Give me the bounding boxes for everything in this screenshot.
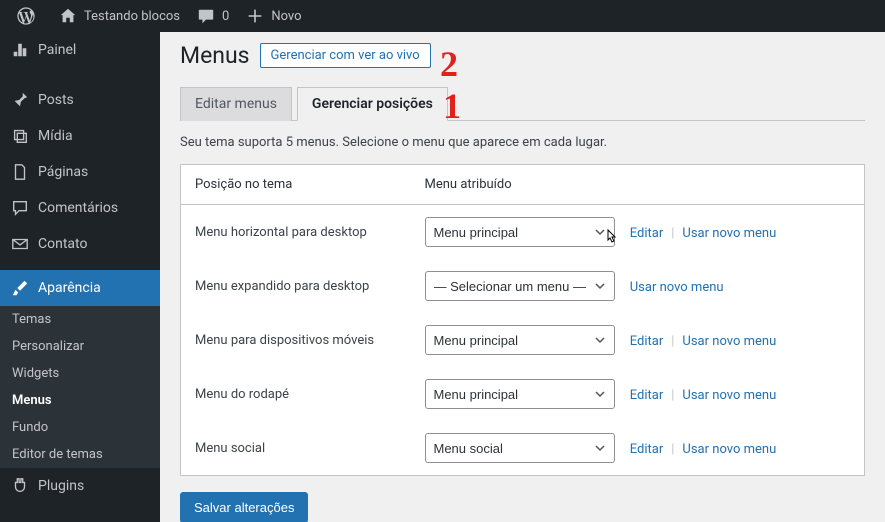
column-position: Posição no tema [181, 165, 411, 205]
sidebar-item-midia[interactable]: Mídia [0, 118, 160, 154]
home-icon [58, 6, 78, 26]
tab-manage-positions[interactable]: Gerenciar posições [297, 87, 448, 121]
mail-icon [10, 234, 30, 254]
position-label: Menu do rodapé [181, 367, 411, 421]
table-row: Menu do rodapé Menu principal Editar | U… [181, 367, 865, 421]
position-label: Menu expandido para desktop [181, 259, 411, 313]
sidebar-item-aparencia[interactable]: Aparência [0, 270, 160, 306]
table-row: Menu para dispositivos móveis Menu princ… [181, 313, 865, 367]
sidebar-item-label: Mídia [38, 128, 73, 144]
site-link[interactable]: Testando blocos [50, 0, 188, 32]
brush-icon [10, 278, 30, 298]
edit-link[interactable]: Editar [630, 442, 664, 457]
edit-link[interactable]: Editar [630, 334, 664, 349]
use-new-menu-link[interactable]: Usar novo menu [682, 334, 776, 349]
live-preview-button[interactable]: Gerenciar com ver ao vivo [260, 43, 431, 68]
use-new-menu-link[interactable]: Usar novo menu [630, 280, 724, 295]
page-description: Seu tema suporta 5 menus. Selecione o me… [180, 135, 865, 150]
use-new-menu-link[interactable]: Usar novo menu [682, 226, 776, 241]
menu-select[interactable]: Menu principal [425, 217, 615, 247]
tabs-nav: Editar menus Gerenciar posições [180, 87, 865, 121]
plug-icon [10, 476, 30, 496]
sidebar-item-label: Painel [38, 42, 76, 58]
sidebar-item-label: Plugins [38, 478, 84, 494]
column-menu: Menu atribuído [411, 165, 865, 205]
admin-toolbar: Testando blocos 0 Novo [0, 0, 885, 32]
site-name-label: Testando blocos [84, 9, 180, 24]
admin-sidebar: Painel Posts Mídia Páginas Comentários C… [0, 32, 160, 522]
sidebar-item-paginas[interactable]: Páginas [0, 154, 160, 190]
submenu-temas[interactable]: Temas [0, 306, 160, 333]
edit-link[interactable]: Editar [630, 388, 664, 403]
sidebar-item-painel[interactable]: Painel [0, 32, 160, 68]
save-button[interactable]: Salvar alterações [180, 492, 308, 522]
menu-select[interactable]: Menu principal [425, 379, 615, 409]
page-title: Menus [180, 42, 250, 69]
wp-logo[interactable] [8, 0, 50, 32]
sidebar-item-label: Contato [38, 236, 87, 252]
new-link[interactable]: Novo [237, 0, 309, 32]
sidebar-item-comentarios[interactable]: Comentários [0, 190, 160, 226]
comment-icon [10, 198, 30, 218]
separator: | [671, 442, 674, 457]
submenu-fundo[interactable]: Fundo [0, 414, 160, 441]
submenu-widgets[interactable]: Widgets [0, 360, 160, 387]
positions-table: Posição no tema Menu atribuído Menu hori… [180, 164, 865, 476]
sidebar-item-plugins[interactable]: Plugins [0, 468, 160, 504]
new-label: Novo [271, 9, 301, 24]
plus-icon [245, 6, 265, 26]
separator: | [671, 334, 674, 349]
separator: | [671, 226, 674, 241]
table-row: Menu horizontal para desktop Menu princi… [181, 205, 865, 260]
sidebar-item-contato[interactable]: Contato [0, 226, 160, 262]
comment-icon [196, 6, 216, 26]
use-new-menu-link[interactable]: Usar novo menu [682, 442, 776, 457]
table-row: Menu social Menu social Editar | Usar no… [181, 421, 865, 476]
pin-icon [10, 90, 30, 110]
sidebar-item-posts[interactable]: Posts [0, 82, 160, 118]
menu-select[interactable]: Menu social [425, 433, 615, 463]
media-icon [10, 126, 30, 146]
main-content: Menus Gerenciar com ver ao vivo Editar m… [160, 32, 885, 522]
submenu-menus[interactable]: Menus [0, 387, 160, 414]
menu-select[interactable]: Menu principal [425, 325, 615, 355]
comments-link[interactable]: 0 [188, 0, 237, 32]
sidebar-item-label: Páginas [38, 164, 88, 180]
position-label: Menu social [181, 421, 411, 476]
submenu-editor-temas[interactable]: Editor de temas [0, 441, 160, 468]
wordpress-icon [16, 6, 36, 26]
page-icon [10, 162, 30, 182]
sidebar-item-label: Comentários [38, 200, 118, 216]
sidebar-item-label: Aparência [38, 280, 101, 296]
dashboard-icon [10, 40, 30, 60]
use-new-menu-link[interactable]: Usar novo menu [682, 388, 776, 403]
menu-select[interactable]: — Selecionar um menu — [425, 271, 615, 301]
separator: | [671, 388, 674, 403]
position-label: Menu para dispositivos móveis [181, 313, 411, 367]
sidebar-item-label: Posts [38, 92, 74, 108]
table-row: Menu expandido para desktop — Selecionar… [181, 259, 865, 313]
submenu-personalizar[interactable]: Personalizar [0, 333, 160, 360]
position-label: Menu horizontal para desktop [181, 205, 411, 260]
comments-count: 0 [222, 9, 229, 24]
tab-edit-menus[interactable]: Editar menus [180, 87, 292, 121]
edit-link[interactable]: Editar [630, 226, 664, 241]
